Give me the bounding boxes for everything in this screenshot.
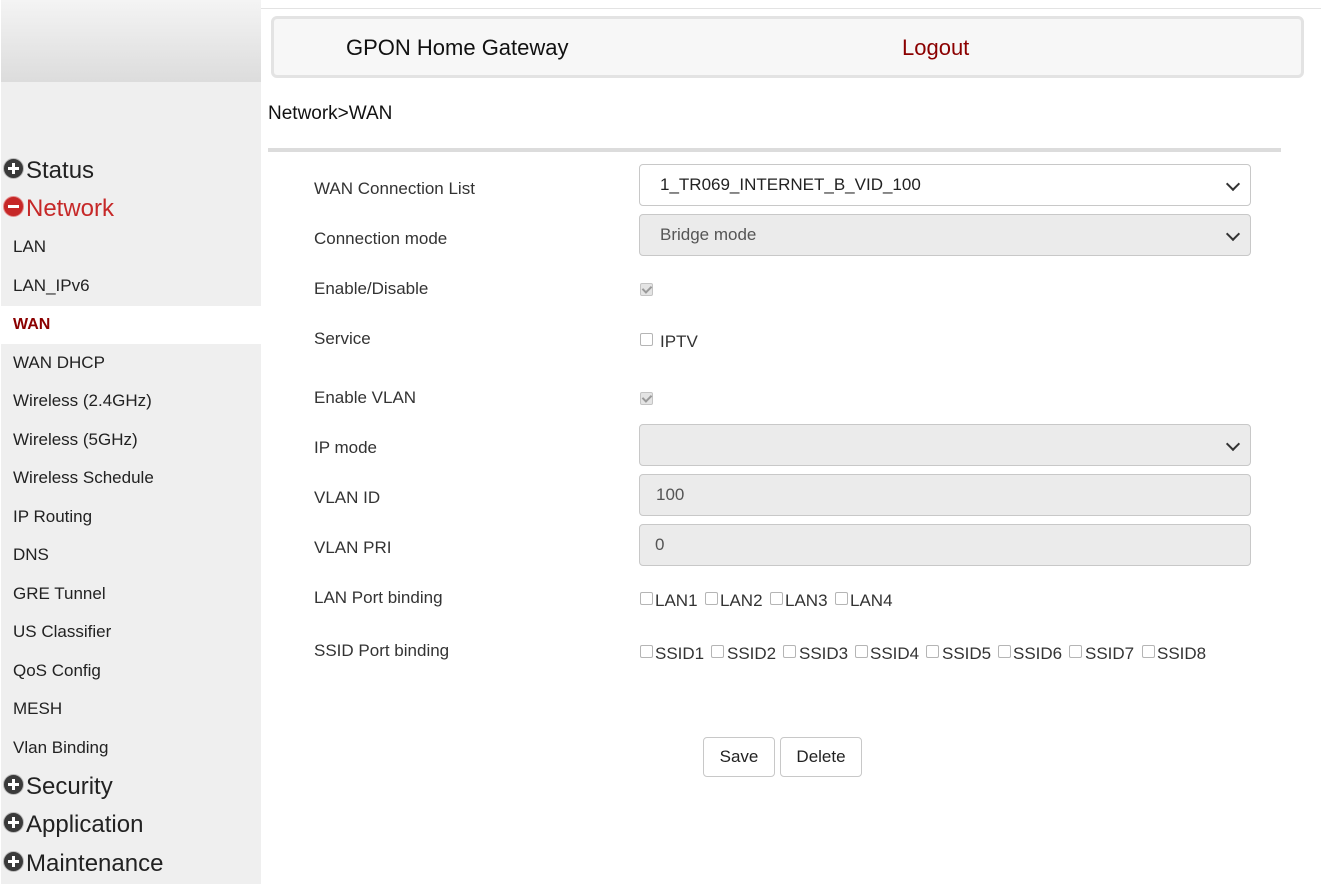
sidebar-section-label: Security xyxy=(26,773,113,800)
ssid1-label: SSID1 xyxy=(655,644,705,663)
sidebar-item-label: LAN xyxy=(13,237,47,256)
sidebar-item-wireless-schedule[interactable]: Wireless Schedule xyxy=(1,459,261,497)
ip-mode-label: IP mode xyxy=(314,438,378,457)
sidebar-item-label: WAN xyxy=(13,316,51,333)
sidebar-item-label: MESH xyxy=(13,699,63,718)
vlan-id-label: VLAN ID xyxy=(314,488,381,507)
expand-plus-icon xyxy=(3,851,24,872)
sidebar-section-label: Status xyxy=(26,157,95,184)
expand-plus-icon xyxy=(3,774,24,795)
sidebar-item-label: US Classifier xyxy=(13,622,112,641)
lan3-checkbox[interactable] xyxy=(770,592,783,605)
lan4-label: LAN4 xyxy=(850,591,893,610)
input-value: 0 xyxy=(655,535,665,554)
ssid1-checkbox[interactable] xyxy=(640,645,653,658)
connection-mode-select[interactable]: Bridge mode xyxy=(639,214,1251,256)
app-title: GPON Home Gateway xyxy=(346,35,569,60)
service-label: Service xyxy=(314,329,371,348)
vlan-pri-label: VLAN PRI xyxy=(314,538,392,557)
enable-vlan-label: Enable VLAN xyxy=(314,388,417,407)
ssid7-label: SSID7 xyxy=(1085,644,1135,663)
ssid3-checkbox[interactable] xyxy=(783,645,796,658)
sidebar-item-dns[interactable]: DNS xyxy=(1,536,261,574)
ssid2-label: SSID2 xyxy=(727,644,777,663)
ssid4-checkbox[interactable] xyxy=(855,645,868,658)
ssid5-checkbox[interactable] xyxy=(926,645,939,658)
sidebar-item-label: WAN DHCP xyxy=(13,353,105,372)
sidebar-item-wireless-5ghz[interactable]: Wireless (5GHz) xyxy=(1,421,261,459)
divider xyxy=(268,148,1281,152)
lan4-checkbox[interactable] xyxy=(835,592,848,605)
header-bar: GPON Home Gateway Logout xyxy=(271,16,1304,78)
ssid-port-binding-label: SSID Port binding xyxy=(314,641,450,660)
ssid4-label: SSID4 xyxy=(870,644,920,663)
sidebar-item-lan[interactable]: LAN xyxy=(1,228,261,266)
ssid6-checkbox[interactable] xyxy=(998,645,1011,658)
wan-connection-list-label: WAN Connection List xyxy=(314,179,475,198)
sidebar-item-label: Wireless Schedule xyxy=(13,468,154,487)
sidebar-item-vlan-binding[interactable]: Vlan Binding xyxy=(1,729,261,767)
expand-plus-icon xyxy=(3,158,24,179)
sidebar-item-wan[interactable]: WAN xyxy=(1,306,261,344)
sidebar-item-label: Vlan Binding xyxy=(13,738,109,757)
lan2-label: LAN2 xyxy=(720,591,763,610)
sidebar-section-label: Application xyxy=(26,811,144,838)
sidebar-item-wan-dhcp[interactable]: WAN DHCP xyxy=(1,344,261,382)
select-value: Bridge mode xyxy=(660,225,757,244)
expand-plus-icon xyxy=(3,812,24,833)
chevron-down-icon xyxy=(1225,176,1241,192)
breadcrumb: Network>WAN xyxy=(268,103,393,124)
wan-connection-list-select[interactable]: 1_TR069_INTERNET_B_VID_100 xyxy=(639,164,1251,206)
sidebar-item-label: GRE Tunnel xyxy=(13,584,106,603)
ssid8-checkbox[interactable] xyxy=(1142,645,1155,658)
sidebar-item-lan-ipv6[interactable]: LAN_IPv6 xyxy=(1,267,261,305)
collapse-minus-icon xyxy=(3,196,24,217)
top-border-line xyxy=(261,8,1321,9)
lan-port-binding-label: LAN Port binding xyxy=(314,588,443,607)
ssid6-label: SSID6 xyxy=(1013,644,1063,663)
sidebar-section-label: Network xyxy=(26,195,115,222)
vlan-id-input[interactable]: 100 xyxy=(639,474,1251,516)
sidebar-item-label: Wireless (2.4GHz) xyxy=(13,391,152,410)
service-iptv-checkbox[interactable] xyxy=(640,333,653,346)
connection-mode-label: Connection mode xyxy=(314,229,448,248)
input-value: 100 xyxy=(656,485,685,504)
ip-mode-select[interactable] xyxy=(639,424,1251,466)
sidebar-section-label: Maintenance xyxy=(26,850,164,877)
ssid2-checkbox[interactable] xyxy=(711,645,724,658)
sidebar-item-qos-config[interactable]: QoS Config xyxy=(1,652,261,690)
enable-disable-label: Enable/Disable xyxy=(314,279,429,298)
ssid5-label: SSID5 xyxy=(942,644,992,663)
vlan-pri-input[interactable]: 0 xyxy=(639,524,1251,566)
ssid7-checkbox[interactable] xyxy=(1069,645,1082,658)
lan1-label: LAN1 xyxy=(655,591,698,610)
sidebar-item-gre-tunnel[interactable]: GRE Tunnel xyxy=(1,575,261,613)
sidebar-logo-area xyxy=(1,0,261,82)
sidebar-item-label: IP Routing xyxy=(13,507,93,526)
ssid8-label: SSID8 xyxy=(1157,644,1207,663)
chevron-down-icon xyxy=(1225,436,1241,452)
sidebar: Status Network LAN LAN_IPv6 WAN WAN DHCP… xyxy=(1,0,261,884)
sidebar-item-wireless-24ghz[interactable]: Wireless (2.4GHz) xyxy=(1,382,261,420)
ssid3-label: SSID3 xyxy=(799,644,849,663)
sidebar-item-label: Wireless (5GHz) xyxy=(13,430,138,449)
sidebar-item-mesh[interactable]: MESH xyxy=(1,690,261,728)
sidebar-item-label: QoS Config xyxy=(13,661,101,680)
lan3-label: LAN3 xyxy=(785,591,828,610)
enable-vlan-checkbox[interactable] xyxy=(640,392,653,405)
sidebar-item-ip-routing[interactable]: IP Routing xyxy=(1,498,261,536)
enable-disable-checkbox[interactable] xyxy=(640,283,653,296)
sidebar-item-us-classifier[interactable]: US Classifier xyxy=(1,613,261,651)
select-value: 1_TR069_INTERNET_B_VID_100 xyxy=(660,175,921,194)
service-iptv-label: IPTV xyxy=(660,332,698,351)
sidebar-item-label: DNS xyxy=(13,545,49,564)
delete-button[interactable]: Delete xyxy=(780,737,862,777)
sidebar-item-label: LAN_IPv6 xyxy=(13,276,90,295)
lan2-checkbox[interactable] xyxy=(705,592,718,605)
lan1-checkbox[interactable] xyxy=(640,592,653,605)
chevron-down-icon xyxy=(1225,226,1241,242)
logout-link[interactable]: Logout xyxy=(902,35,969,61)
save-button[interactable]: Save xyxy=(703,737,775,777)
